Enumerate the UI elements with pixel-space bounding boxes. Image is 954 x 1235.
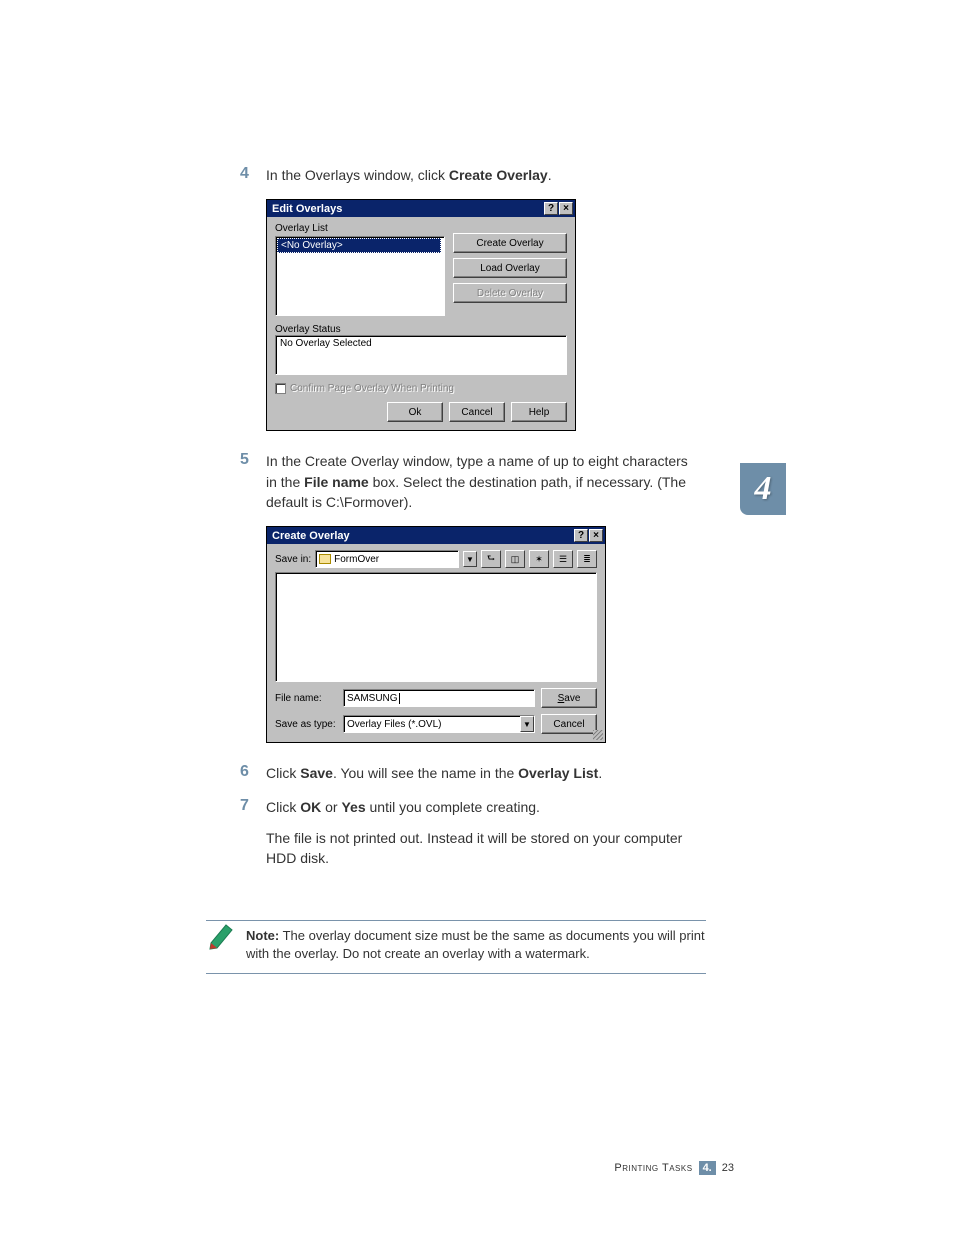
up-folder-icon[interactable]: ⮑ <box>481 550 501 568</box>
save-as-type-label: Save as type: <box>275 719 337 730</box>
text: until you complete creating. <box>366 799 540 815</box>
dialog-titlebar: Edit Overlays ? × <box>267 200 575 217</box>
overlay-list[interactable]: <No Overlay> <box>275 236 445 316</box>
create-overlay-button[interactable]: Create Overlay <box>453 233 567 253</box>
footer-section: Printing Tasks <box>614 1162 692 1174</box>
step-7: 7 Click OK or Yes until you complete cre… <box>240 797 700 817</box>
step-4: 4 In the Overlays window, click Create O… <box>240 165 700 185</box>
help-icon[interactable]: ? <box>544 202 558 215</box>
text-bold: Save <box>300 765 333 781</box>
text-bold: OK <box>300 799 321 815</box>
step-number: 5 <box>240 451 266 512</box>
dialog-title: Edit Overlays <box>272 203 543 215</box>
status-text: No Overlay Selected <box>280 338 372 349</box>
footer-chapter: 4. <box>699 1161 716 1175</box>
footer-page: 23 <box>722 1162 734 1174</box>
checkbox-label: Confirm Page Overlay When Printing <box>290 383 454 394</box>
file-name-input[interactable]: SAMSUNG <box>343 689 535 707</box>
chapter-tab: 4 <box>740 463 786 515</box>
step-number: 4 <box>240 165 266 185</box>
text: . <box>598 765 602 781</box>
note-label: Note: <box>246 928 279 943</box>
text-bold: Overlay List <box>518 765 598 781</box>
cancel-button[interactable]: Cancel <box>541 714 597 734</box>
text: or <box>321 799 341 815</box>
step-7-continued: The file is not printed out. Instead it … <box>240 828 700 869</box>
save-as-type-value: Overlay Files (*.OVL) <box>347 719 520 730</box>
save-in-value: FormOver <box>334 554 379 565</box>
step-number-blank <box>240 828 266 869</box>
list-item[interactable]: <No Overlay> <box>277 238 441 253</box>
step-number: 7 <box>240 797 266 817</box>
new-folder-icon[interactable]: ✶ <box>529 550 549 568</box>
text: . You will see the name in the <box>333 765 518 781</box>
note-body: The overlay document size must be the sa… <box>246 928 705 961</box>
details-view-icon[interactable]: ≣ <box>577 550 597 568</box>
save-as-type-dropdown[interactable]: Overlay Files (*.OVL) ▼ <box>343 715 535 733</box>
chapter-number: 4 <box>755 470 772 508</box>
close-icon[interactable]: × <box>559 202 573 215</box>
text: Click <box>266 765 300 781</box>
step-text: Click Save. You will see the name in the… <box>266 763 700 783</box>
save-in-dropdown[interactable]: FormOver <box>315 550 459 568</box>
close-icon[interactable]: × <box>589 529 603 542</box>
text: In the Overlays window, click <box>266 167 449 183</box>
overlay-status-label: Overlay Status <box>275 324 567 335</box>
edit-overlays-dialog: Edit Overlays ? × Overlay List <No Overl… <box>266 199 576 431</box>
dialog-title: Create Overlay <box>272 530 573 542</box>
step-text: Click OK or Yes until you complete creat… <box>266 797 700 817</box>
step-5: 5 In the Create Overlay window, type a n… <box>240 451 700 512</box>
page-footer: Printing Tasks 4. 23 <box>614 1161 734 1175</box>
file-name-value: SAMSUNG <box>347 693 398 704</box>
chevron-down-icon[interactable]: ▼ <box>463 551 477 567</box>
help-icon[interactable]: ? <box>574 529 588 542</box>
step-text: The file is not printed out. Instead it … <box>266 828 700 869</box>
resize-handle[interactable] <box>593 730 603 740</box>
text: . <box>548 167 552 183</box>
chevron-down-icon[interactable]: ▼ <box>520 716 534 732</box>
text-bold: Create Overlay <box>449 167 548 183</box>
save-in-label: Save in: <box>275 554 311 565</box>
desktop-icon[interactable]: ◫ <box>505 550 525 568</box>
list-view-icon[interactable]: ☰ <box>553 550 573 568</box>
overlay-list-label: Overlay List <box>275 223 445 234</box>
file-list-area[interactable] <box>275 572 597 682</box>
text-bold: Yes <box>341 799 365 815</box>
folder-icon <box>319 554 331 564</box>
help-button[interactable]: Help <box>511 402 567 422</box>
step-text: In the Overlays window, click Create Ove… <box>266 165 700 185</box>
cancel-button[interactable]: Cancel <box>449 402 505 422</box>
note-icon <box>206 919 240 953</box>
dialog-titlebar: Create Overlay ? × <box>267 527 605 544</box>
ok-button[interactable]: Ok <box>387 402 443 422</box>
step-number: 6 <box>240 763 266 783</box>
text: Click <box>266 799 300 815</box>
delete-overlay-button: Delete Overlay <box>453 283 567 303</box>
note-block: Note: The overlay document size must be … <box>206 920 706 974</box>
overlay-status-box: No Overlay Selected <box>275 335 567 375</box>
step-text: In the Create Overlay window, type a nam… <box>266 451 700 512</box>
file-name-label: File name: <box>275 693 337 704</box>
save-button[interactable]: SSaveave <box>541 688 597 708</box>
checkbox[interactable] <box>275 383 286 394</box>
note-text: Note: The overlay document size must be … <box>246 927 706 963</box>
text-caret <box>399 693 400 704</box>
load-overlay-button[interactable]: Load Overlay <box>453 258 567 278</box>
text-bold: File name <box>304 474 369 490</box>
confirm-overlay-checkbox-row: Confirm Page Overlay When Printing <box>275 383 567 394</box>
step-6: 6 Click Save. You will see the name in t… <box>240 763 700 783</box>
create-overlay-dialog: Create Overlay ? × Save in: FormOver ▼ ⮑… <box>266 526 606 743</box>
